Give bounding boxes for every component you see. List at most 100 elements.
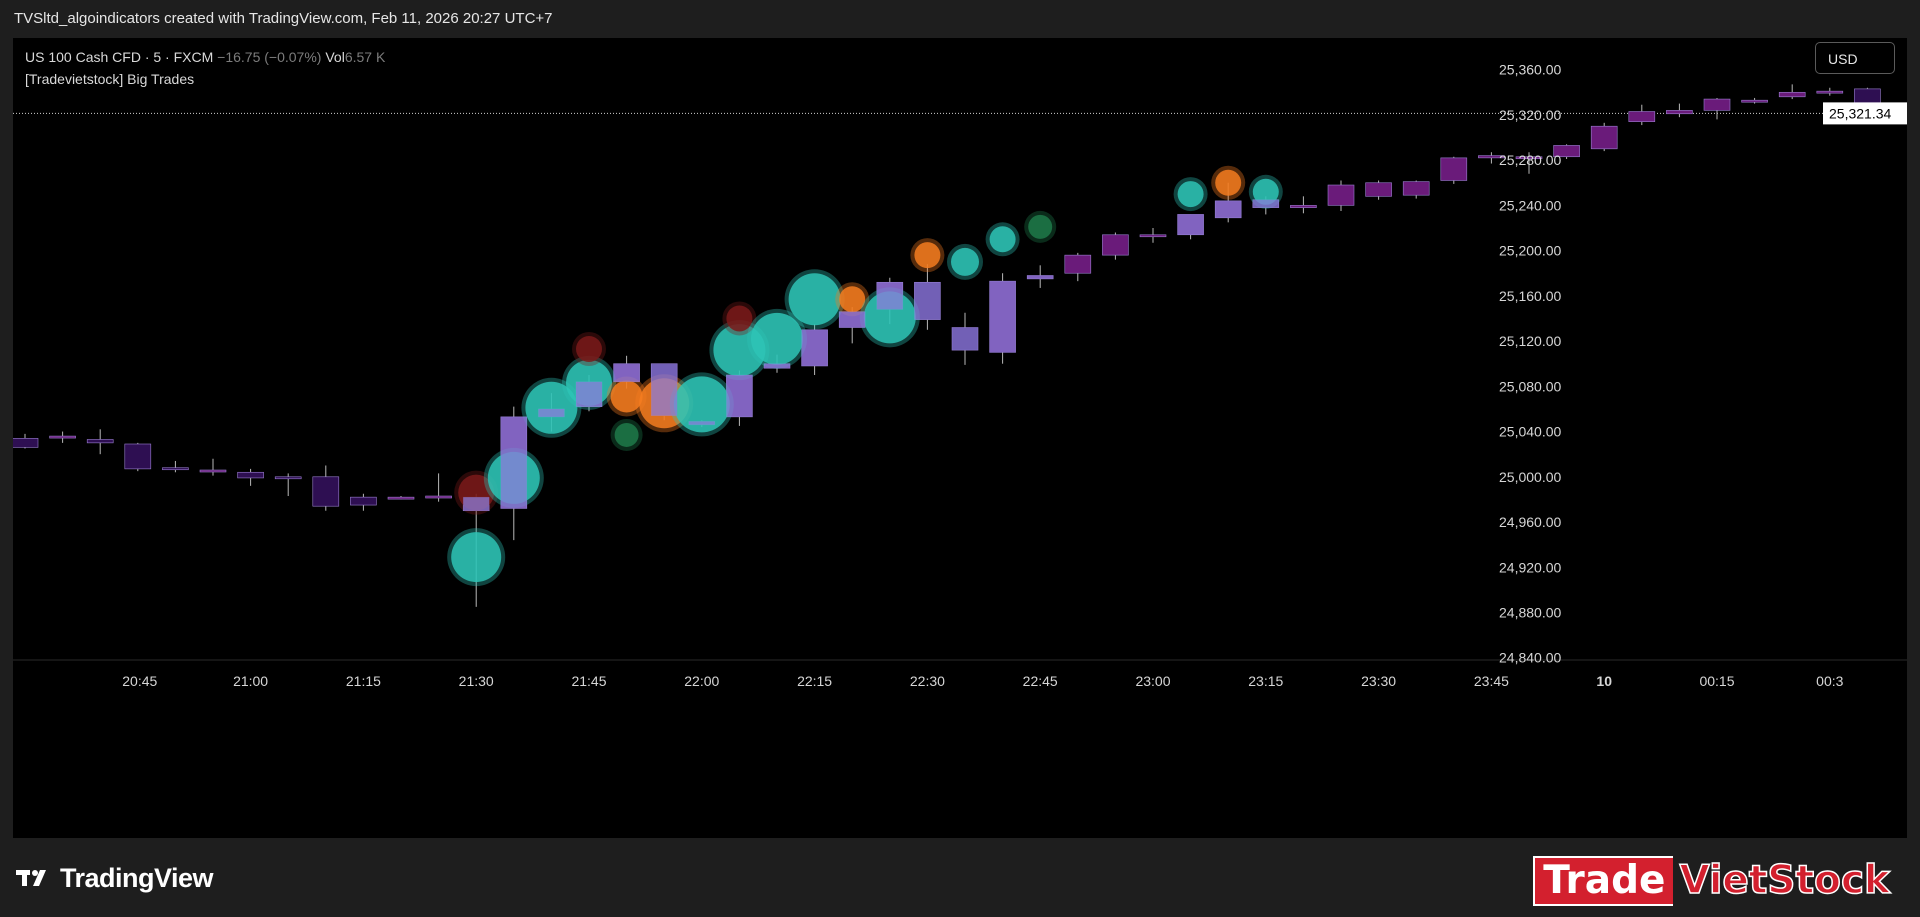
price-axis-tick: 25,360.00 <box>1499 62 1561 78</box>
candle <box>312 465 340 511</box>
time-axis-tick: 00:3 <box>1816 673 1843 689</box>
price-change: −16.75 (−0.07%) <box>217 49 322 65</box>
candle-body <box>425 495 452 499</box>
candle-body-overlay <box>651 363 678 416</box>
candle-body-overlay <box>764 363 790 369</box>
time-axis-tick: 22:00 <box>684 673 719 689</box>
candle-body-overlay <box>1027 275 1054 279</box>
price-axis-tick: 25,000.00 <box>1499 469 1561 485</box>
time-axis-tick: 23:15 <box>1248 673 1283 689</box>
candle-body-overlay <box>952 327 978 351</box>
candle-body-overlay <box>1177 214 1204 235</box>
candle <box>350 493 377 511</box>
time-axis-tick: 00:15 <box>1699 673 1734 689</box>
symbol-label[interactable]: US 100 Cash CFD · 5 · FXCM <box>25 49 213 65</box>
big-trade-bubble <box>614 422 639 447</box>
candle <box>1064 252 1092 282</box>
candle-body-overlay <box>876 282 903 310</box>
candle <box>1102 232 1129 260</box>
time-axis-tick: 20:45 <box>122 673 157 689</box>
price-axis-tick: 24,920.00 <box>1499 559 1561 575</box>
big-trade-bubble <box>1215 169 1242 196</box>
tradingview-logo: TradingView <box>16 860 214 896</box>
candle-body <box>274 476 302 480</box>
candle <box>199 458 227 476</box>
candle <box>1816 87 1844 96</box>
candle-body <box>162 467 189 471</box>
candle <box>425 473 452 502</box>
candle-body <box>1703 98 1731 111</box>
candle <box>1290 196 1317 214</box>
candle-body <box>312 476 340 507</box>
big-trade-bubble <box>914 242 941 269</box>
candle <box>387 496 415 500</box>
price-axis-tick: 24,880.00 <box>1499 605 1561 621</box>
candle-body-overlay <box>989 281 1016 353</box>
candle <box>1440 156 1468 184</box>
candle <box>1666 103 1693 118</box>
big-trade-bubble <box>951 247 979 276</box>
candles-group <box>13 84 1881 607</box>
candle-body <box>49 435 76 439</box>
candle-body <box>387 496 415 500</box>
currency-button[interactable]: USD <box>1815 42 1895 74</box>
screenshot-caption-bar: TVSltd_algoindicators created with Tradi… <box>0 0 1920 38</box>
symbol-line: US 100 Cash CFD · 5 · FXCM −16.75 (−0.07… <box>25 46 385 68</box>
price-axis: 25,360.00 25,320.00 25,280.00 25,240.00 25,2… <box>1499 62 1561 666</box>
candle-body-overlay <box>688 421 715 425</box>
candle-body <box>1327 184 1355 206</box>
big-trade-bubble <box>726 305 753 332</box>
candle <box>49 431 76 443</box>
candle-body <box>1064 254 1092 274</box>
price-axis-tick: 25,320.00 <box>1499 107 1561 123</box>
candle-body <box>1741 99 1768 103</box>
candle-body-overlay <box>576 381 602 407</box>
volume-label: Vol <box>325 49 345 65</box>
candle-body-overlay <box>500 416 527 509</box>
price-axis-tick: 24,840.00 <box>1499 650 1561 666</box>
time-axis: 20:45 21:00 21:15 21:30 21:45 22:00 22:15 22:30… <box>122 673 1843 689</box>
candle-body <box>199 469 227 473</box>
candle <box>1741 97 1768 104</box>
big-trade-bubble <box>1028 214 1053 239</box>
candle <box>237 468 264 486</box>
candle-body-overlay <box>839 311 866 328</box>
candle <box>1139 227 1167 243</box>
time-axis-tick: 21:00 <box>233 673 268 689</box>
time-axis-tick: 23:30 <box>1361 673 1396 689</box>
big-trade-bubble <box>989 226 1016 253</box>
price-axis-tick: 25,120.00 <box>1499 333 1561 349</box>
candle <box>274 473 302 497</box>
last-price-tag: 25,321.34 <box>1823 102 1907 125</box>
candle-body-overlay <box>801 329 828 366</box>
candle-body <box>1139 234 1167 238</box>
candle-body-overlay <box>463 497 490 511</box>
indicator-label[interactable]: [Tradevietstock] Big Trades <box>25 68 385 90</box>
brand-trade: Trade <box>1533 856 1674 906</box>
candle <box>1703 97 1731 120</box>
price-axis-tick: 25,080.00 <box>1499 378 1561 394</box>
candle-body <box>1590 125 1618 150</box>
time-axis-tick: 23:00 <box>1135 673 1170 689</box>
candlestick-chart[interactable]: 25,360.00 25,320.00 25,280.00 25,240.00 25,2… <box>13 38 1907 838</box>
tradingview-icon <box>16 870 46 886</box>
candle-body-overlay <box>613 363 640 382</box>
last-price-tag-text: 25,321.34 <box>1829 105 1891 121</box>
time-axis-tick: 21:30 <box>459 673 494 689</box>
time-axis-tick: 23:45 <box>1474 673 1509 689</box>
brand-vietstock: VietStock <box>1673 857 1896 904</box>
candle-body <box>237 471 264 479</box>
price-axis-tick: 25,040.00 <box>1499 424 1561 440</box>
big-trade-bubble <box>576 336 602 362</box>
candle <box>1590 122 1618 152</box>
big-trades-bubbles <box>447 165 1283 587</box>
candle-body <box>1628 111 1656 122</box>
candle-body <box>1816 90 1844 94</box>
chart-pane[interactable]: 25,360.00 25,320.00 25,280.00 25,240.00 25,2… <box>13 38 1907 838</box>
big-trade-bubble <box>1177 181 1204 208</box>
time-axis-tick: 22:45 <box>1023 673 1058 689</box>
candle-body <box>1290 205 1317 208</box>
chart-legend: US 100 Cash CFD · 5 · FXCM −16.75 (−0.07… <box>25 46 385 90</box>
volume-value: 6.57 K <box>344 49 386 65</box>
candle-body <box>1440 157 1468 181</box>
